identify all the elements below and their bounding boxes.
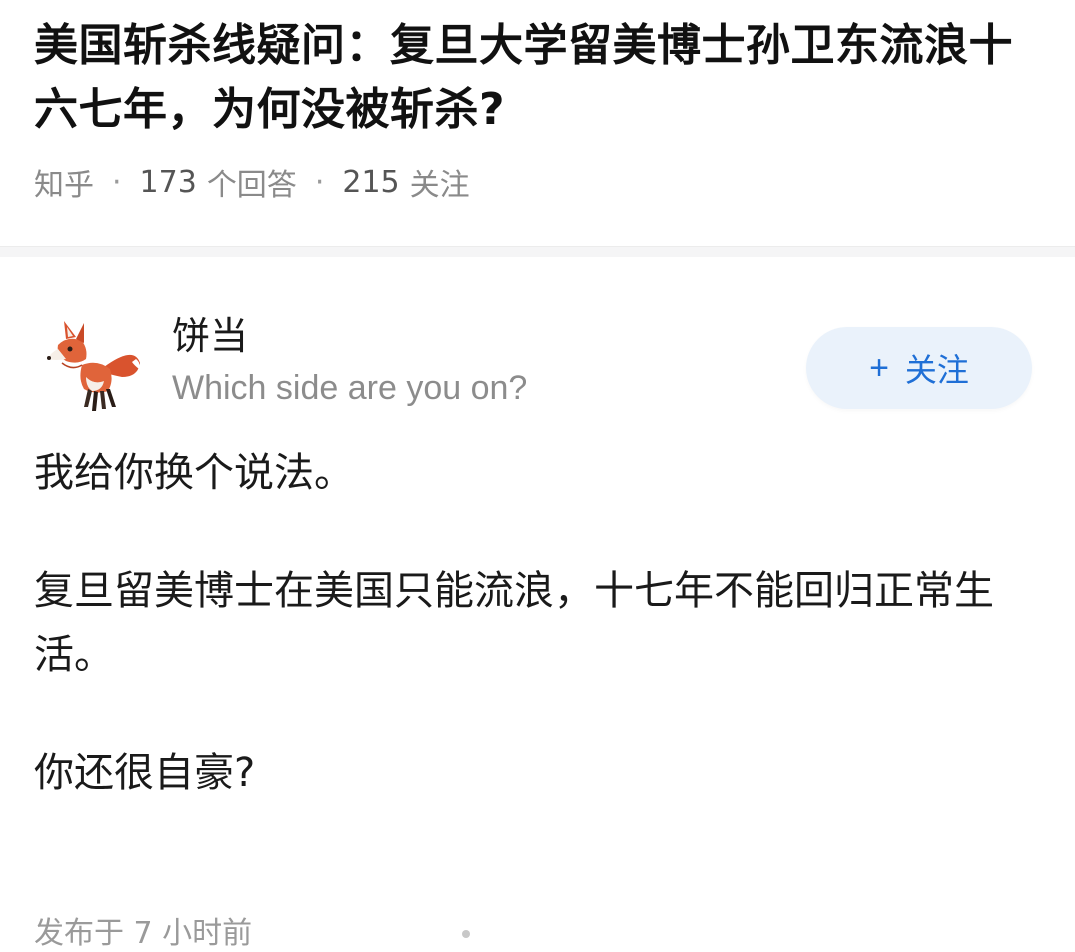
publish-time: 发布于 7 小时前 — [34, 916, 253, 951]
author-row: 饼当 Which side are you on? + 关注 — [34, 257, 1075, 427]
answers-count: 173 — [139, 164, 197, 200]
answer-paragraph: 复旦留美博士在美国只能流浪，十七年不能回归正常生活。 — [34, 568, 994, 678]
followers-count: 215 — [342, 164, 400, 200]
follow-button[interactable]: + 关注 — [806, 327, 1032, 409]
meta-separator: · — [314, 164, 325, 200]
section-divider — [0, 246, 1075, 257]
plus-icon: + — [869, 348, 889, 387]
followers-label[interactable]: 关注 — [410, 160, 470, 204]
answer-body: 我给你换个说法。 复旦留美博士在美国只能流浪，十七年不能回归正常生活。 你还很自… — [34, 441, 1075, 805]
question-meta: 知乎 · 173 个回答 · 215 关注 — [34, 160, 1055, 204]
author-name[interactable]: 饼当 — [172, 305, 248, 360]
answer-card: 饼当 Which side are you on? + 关注 我给你换个说法。 … — [0, 257, 1075, 805]
answers-label[interactable]: 个回答 — [207, 160, 297, 204]
source-label[interactable]: 知乎 — [34, 160, 94, 204]
answer-paragraph: 我给你换个说法。 — [34, 450, 354, 496]
author-bio: Which side are you on? — [172, 369, 528, 407]
follow-button-label: 关注 — [904, 352, 969, 388]
question-header: 美国斩杀线疑问：复旦大学留美博士孙卫东流浪十六七年，为何没被斩杀? 知乎 · 1… — [0, 0, 1075, 246]
question-title[interactable]: 美国斩杀线疑问：复旦大学留美博士孙卫东流浪十六七年，为何没被斩杀? — [34, 14, 1055, 142]
answer-paragraph: 你还很自豪? — [34, 750, 256, 796]
meta-separator: · — [112, 164, 122, 200]
answer-footer: 发布于 7 小时前 — [34, 908, 470, 952]
fox-avatar-icon[interactable] — [42, 315, 146, 419]
footer-dot-icon — [462, 930, 470, 938]
